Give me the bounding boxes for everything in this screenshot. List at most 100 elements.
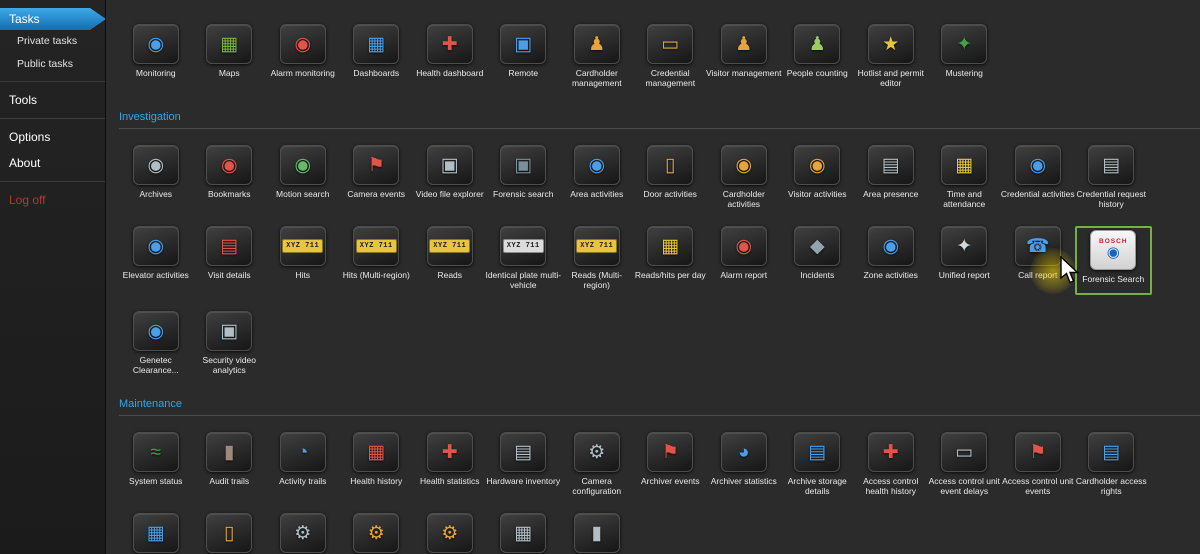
task-motion-search[interactable]: ◉Motion search [266, 145, 340, 210]
task-camera-configuration[interactable]: ⚙Camera configuration [560, 432, 634, 497]
task-hits-multi-region[interactable]: XYZ 711 Hits (Multi-region) [340, 226, 414, 295]
task-wearable-camera-evidence[interactable]: ▮Wearable camera evidence [560, 513, 634, 554]
activity-trails-glyph: ◔ [297, 443, 308, 462]
task-reads-hits-per-day[interactable]: ▦Reads/hits per day [634, 226, 708, 295]
task-enhanced-cardholder-acce[interactable]: ▦Enhanced cardholder acce... [119, 513, 193, 554]
task-credential-management[interactable]: ▭Credential management [634, 24, 708, 89]
task-archive-storage-details[interactable]: ▤Archive storage details [781, 432, 855, 497]
task-access-control-health-history[interactable]: ✚Access control health history [854, 432, 928, 497]
task-zone-activities[interactable]: ◉Zone activities [854, 226, 928, 295]
task-alarm-report[interactable]: ◉Alarm report [707, 226, 781, 295]
task-area-presence[interactable]: ▤Area presence [854, 145, 928, 210]
task-credential-activities[interactable]: ◉Credential activities [1001, 145, 1075, 210]
task-cardholder-management[interactable]: ♟Cardholder management [560, 24, 634, 89]
task-incidents[interactable]: ◆Incidents [781, 226, 855, 295]
sidebar-item-tools[interactable]: Tools [0, 87, 105, 113]
sidebar-item-public-tasks[interactable]: Public tasks [0, 53, 105, 76]
task-reads-multi-region[interactable]: XYZ 711Reads (Multi-region) [560, 226, 634, 295]
enhanced-cardholder-acce-glyph: ▦ [147, 524, 165, 543]
sidebar-item-tasks[interactable]: Tasks [0, 8, 105, 30]
task-i-o-configuration[interactable]: ▦I/O configuration [487, 513, 561, 554]
task-visit-details[interactable]: ▤Visit details [193, 226, 267, 295]
camera-events-glyph: ⚑ [368, 156, 385, 175]
task-cardholder-activities[interactable]: ◉Cardholder activities [707, 145, 781, 210]
task-label: Identical plate multi-vehicle [485, 270, 561, 291]
task-audit-trails[interactable]: ▮Audit trails [193, 432, 267, 497]
visitor-activities-icon: ◉ [794, 145, 840, 185]
health-statistics-icon: ✚ [427, 432, 473, 472]
task-label: Archive storage details [779, 476, 855, 497]
task-video-file-explorer[interactable]: ▣Video file explorer [413, 145, 487, 210]
task-health-statistics[interactable]: ✚Health statistics [413, 432, 487, 497]
task-identical-plate-multi-vehicle[interactable]: XYZ 711Identical plate multi-vehicle [487, 226, 561, 295]
task-remote[interactable]: ▣Remote [487, 24, 561, 89]
task-mustering[interactable]: ✦Mustering [928, 24, 1002, 89]
task-unified-report[interactable]: ✦Unified report [928, 226, 1002, 295]
task-camera-events[interactable]: ⚑Camera events [340, 145, 414, 210]
task-door-activities[interactable]: ▯Door activities [634, 145, 708, 210]
cardholder-activities-glyph: ◉ [735, 156, 752, 175]
task-visitor-management[interactable]: ♟Visitor management [707, 24, 781, 89]
task-elevator-activities[interactable]: ◉Elevator activities [119, 226, 193, 295]
task-label: Hits (Multi-region) [338, 270, 414, 291]
task-access-control-unit-event-delays[interactable]: ▭Access control unit event delays [928, 432, 1002, 497]
task-forensic-search[interactable]: BOSCH◉Forensic Search [1075, 226, 1153, 295]
task-time-and-attendance[interactable]: ▦Time and attendance [928, 145, 1002, 210]
task-archiver-statistics[interactable]: ◕Archiver statistics [707, 432, 781, 497]
task-health-history[interactable]: ▦Health history [340, 432, 414, 497]
task-label: Security video analytics [191, 355, 267, 376]
sidebar-item-about[interactable]: About [0, 150, 105, 176]
task-archives[interactable]: ◉Archives [119, 145, 193, 210]
task-label: Time and attendance [926, 189, 1002, 210]
camera-configuration-glyph: ⚙ [588, 443, 605, 462]
task-access-control-unit-events[interactable]: ⚑Access control unit events [1001, 432, 1075, 497]
task-genetec-clearance[interactable]: ◉Genetec Clearance... [119, 311, 193, 376]
hits-multi-region-icon: XYZ 711 [353, 226, 399, 266]
tile-row: ▦Enhanced cardholder acce...▯Door troubl… [119, 513, 1200, 554]
task-reads[interactable]: XYZ 711Reads [413, 226, 487, 295]
tile-row: ≈System status▮Audit trails◔Activity tra… [119, 432, 1200, 497]
task-cardholder-access-rights[interactable]: ▤Cardholder access rights [1075, 432, 1149, 497]
task-hardware-inventory[interactable]: ▤Hardware inventory [487, 432, 561, 497]
task-area-activities[interactable]: ◉Area activities [560, 145, 634, 210]
task-hotlist-and-permit-editor[interactable]: ★Hotlist and permit editor [854, 24, 928, 89]
system-status-glyph: ≈ [151, 443, 161, 462]
task-label: Unified report [926, 270, 1002, 291]
sidebar-item-log-off[interactable]: Log off [0, 187, 105, 213]
access-control-unit-event-delays-glyph: ▭ [955, 443, 973, 462]
task-label: Forensic search [485, 189, 561, 210]
credential-management-glyph: ▭ [661, 35, 679, 54]
task-alarm-monitoring[interactable]: ◉Alarm monitoring [266, 24, 340, 89]
health-statistics-glyph: ✚ [442, 443, 458, 462]
task-people-counting[interactable]: ♟People counting [781, 24, 855, 89]
maps-glyph: ▦ [220, 35, 238, 54]
reads-hits-per-day-icon: ▦ [647, 226, 693, 266]
tile-row: ◉Monitoring▦Maps◉Alarm monitoring▦Dashbo… [119, 24, 1200, 89]
task-label: Health history [338, 476, 414, 497]
task-monitoring[interactable]: ◉Monitoring [119, 24, 193, 89]
task-archiver-events[interactable]: ⚑Archiver events [634, 432, 708, 497]
task-credential-configuration[interactable]: ⚙Credential configuration [413, 513, 487, 554]
task-dashboards[interactable]: ▦Dashboards [340, 24, 414, 89]
task-forensic-search[interactable]: ▣Forensic search [487, 145, 561, 210]
task-credential-request-history[interactable]: ▤Credential request history [1075, 145, 1149, 210]
credential-request-history-glyph: ▤ [1102, 156, 1120, 175]
task-system-status[interactable]: ≈System status [119, 432, 193, 497]
task-door-troubleshooter[interactable]: ▯Door troubleshooter [193, 513, 267, 554]
task-bookmarks[interactable]: ◉Bookmarks [193, 145, 267, 210]
task-visitor-activities[interactable]: ◉Visitor activities [781, 145, 855, 210]
genetec-clearance-icon: ◉ [133, 311, 179, 351]
hotlist-and-permit-editor-glyph: ★ [882, 35, 899, 54]
sidebar-item-private-tasks[interactable]: Private tasks [0, 30, 105, 53]
task-activity-trails[interactable]: ◔Activity trails [266, 432, 340, 497]
task-maps[interactable]: ▦Maps [193, 24, 267, 89]
sidebar-item-options[interactable]: Options [0, 124, 105, 150]
security-video-analytics-icon: ▣ [206, 311, 252, 351]
task-call-report[interactable]: ☎Call report [1001, 226, 1075, 295]
task-health-dashboard[interactable]: ✚Health dashboard [413, 24, 487, 89]
task-access-rule-configuration[interactable]: ⚙Access rule configuration [266, 513, 340, 554]
task-security-video-analytics[interactable]: ▣ Security video analytics [193, 311, 267, 376]
task-hits[interactable]: XYZ 711Hits [266, 226, 340, 295]
task-cardholder-configuration[interactable]: ⚙Cardholder configuration [340, 513, 414, 554]
archiver-statistics-glyph: ◕ [738, 443, 749, 462]
